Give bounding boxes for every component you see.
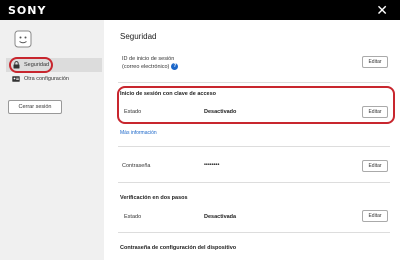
- divider: [118, 182, 390, 183]
- divider: [118, 82, 390, 83]
- top-bar: SONY ✕: [0, 0, 400, 20]
- divider: [118, 146, 390, 147]
- page-title: Seguridad: [120, 32, 157, 41]
- password-label: Contraseña: [122, 163, 151, 169]
- info-icon[interactable]: ?: [171, 63, 179, 70]
- sidebar-item-label: Otra configuración: [24, 76, 69, 82]
- two-step-status-value: Desactivada: [204, 214, 237, 220]
- sidebar-item-other-settings[interactable]: Otra configuración: [6, 72, 102, 86]
- sidebar-item-label: Seguridad: [24, 62, 50, 68]
- close-button[interactable]: ✕: [376, 2, 388, 18]
- passkey-status-label: Estado: [124, 109, 142, 115]
- edit-two-step-button[interactable]: Editar: [362, 210, 388, 222]
- lock-icon: [12, 61, 20, 69]
- two-step-section-title: Verificación en dos pasos: [120, 195, 188, 201]
- passkey-status-value: Desactivado: [204, 109, 237, 115]
- divider: [118, 232, 390, 233]
- edit-password-button[interactable]: Editar: [362, 160, 388, 172]
- signin-id-label-line1: ID de inicio de sesión: [122, 56, 175, 62]
- signin-id-label-line2: (correo electrónico)?: [122, 63, 179, 71]
- two-step-status-label: Estado: [124, 214, 142, 220]
- id-card-icon: [12, 75, 20, 83]
- password-value: ••••••••: [204, 162, 220, 168]
- more-info-link[interactable]: Más información: [120, 130, 157, 136]
- brand-logo: SONY: [8, 4, 47, 17]
- sidebar-item-security[interactable]: Seguridad: [6, 58, 102, 72]
- signin-id-label: ID de inicio de sesión (correo electróni…: [122, 56, 179, 71]
- edit-passkey-button[interactable]: Editar: [362, 106, 388, 118]
- device-password-section-title: Contraseña de configuración del disposit…: [120, 245, 237, 251]
- sidebar: Seguridad Otra configuración Cerrar sesi…: [0, 20, 104, 260]
- signin-id-label-line2-text: (correo electrónico): [122, 63, 170, 70]
- edit-signin-id-button[interactable]: Editar: [362, 56, 388, 68]
- avatar-icon: [14, 30, 32, 48]
- logout-button[interactable]: Cerrar sesión: [8, 100, 62, 114]
- main-panel: Seguridad ID de inicio de sesión (correo…: [104, 20, 400, 260]
- passkey-section-title: Inicio de sesión con clave de acceso: [120, 91, 216, 97]
